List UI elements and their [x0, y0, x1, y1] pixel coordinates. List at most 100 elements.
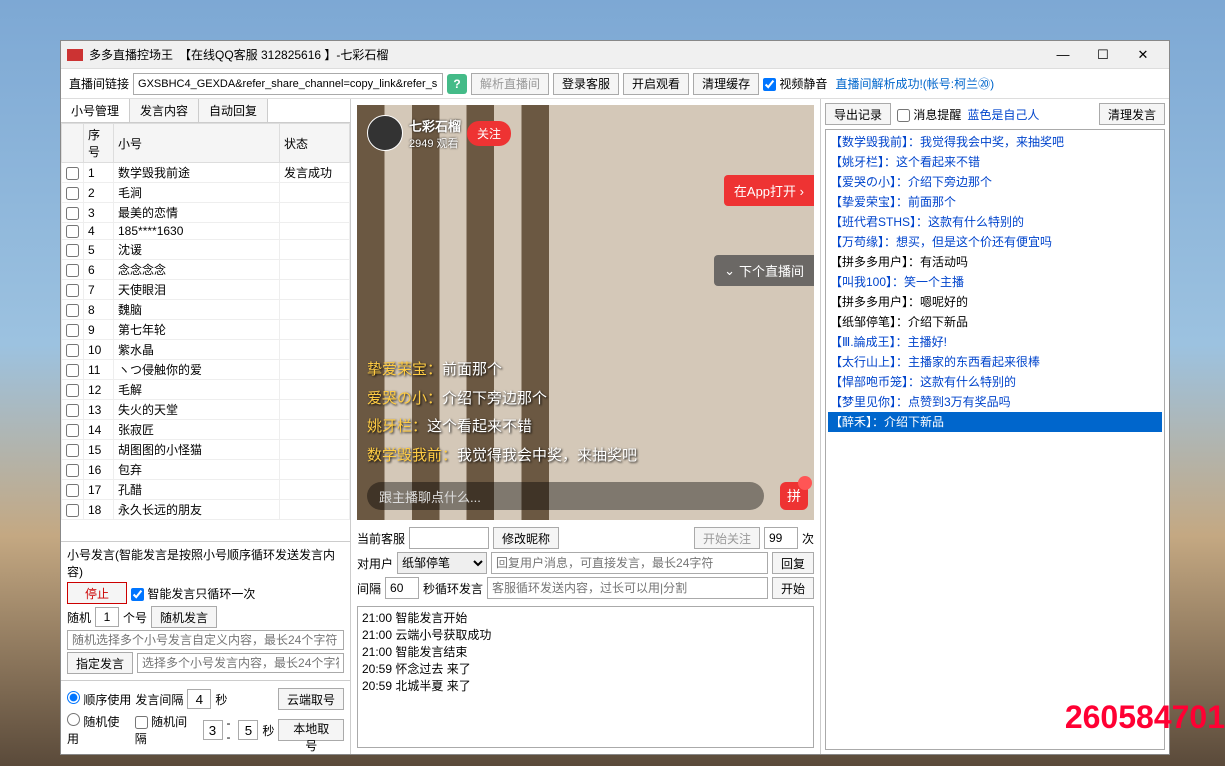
- row-checkbox[interactable]: [66, 364, 79, 377]
- table-row[interactable]: 11ヽつ侵触你的爱: [62, 360, 350, 380]
- table-row[interactable]: 8魏脑: [62, 300, 350, 320]
- list-item[interactable]: 【Ⅲ.論成王】：主播好!: [828, 332, 1162, 352]
- user-select[interactable]: 纸邹停笔: [397, 552, 487, 574]
- list-item[interactable]: 【悍部咆币笼】：这款有什么特别的: [828, 372, 1162, 392]
- list-item[interactable]: 【数学毁我前】：我觉得我会中奖，来抽奖吧: [828, 132, 1162, 152]
- avatar[interactable]: [367, 115, 403, 151]
- list-item[interactable]: 【醉禾】：介绍下新品: [828, 412, 1162, 432]
- row-checkbox[interactable]: [66, 404, 79, 417]
- row-checkbox[interactable]: [66, 225, 79, 238]
- rand-max-input[interactable]: [238, 720, 258, 740]
- tab-autoreply[interactable]: 自动回复: [199, 99, 268, 122]
- table-row[interactable]: 3最美的恋情: [62, 203, 350, 223]
- table-row[interactable]: 15胡图图的小怪猫: [62, 440, 350, 460]
- seq-radio-label[interactable]: 顺序使用: [67, 691, 131, 708]
- clear-msgs-button[interactable]: 清理发言: [1099, 103, 1165, 125]
- cloud-pick-button[interactable]: 云端取号: [278, 688, 344, 710]
- row-checkbox[interactable]: [66, 304, 79, 317]
- list-item[interactable]: 【姚牙栏】：这个看起来不错: [828, 152, 1162, 172]
- row-checkbox[interactable]: [66, 424, 79, 437]
- rand-radio[interactable]: [67, 713, 80, 726]
- row-checkbox[interactable]: [66, 484, 79, 497]
- table-row[interactable]: 10紫水晶: [62, 340, 350, 360]
- tab-accounts[interactable]: 小号管理: [61, 99, 130, 122]
- row-checkbox[interactable]: [66, 504, 79, 517]
- table-row[interactable]: 16包弃: [62, 460, 350, 480]
- assign-content-input[interactable]: [137, 653, 344, 673]
- clear-cache-button[interactable]: 清理缓存: [693, 73, 759, 95]
- row-checkbox[interactable]: [66, 344, 79, 357]
- table-row[interactable]: 18永久长远的朋友: [62, 500, 350, 520]
- nick-button[interactable]: 修改昵称: [493, 527, 559, 549]
- watch-button[interactable]: 开启观看: [623, 73, 689, 95]
- row-checkbox[interactable]: [66, 464, 79, 477]
- list-item[interactable]: 【梦里见你】：点赞到3万有奖品吗: [828, 392, 1162, 412]
- interval-input[interactable]: [187, 689, 211, 709]
- row-checkbox[interactable]: [66, 244, 79, 257]
- mute-checkbox[interactable]: [763, 78, 776, 91]
- next-stream-button[interactable]: ⌄ 下个直播间: [714, 255, 814, 286]
- row-checkbox[interactable]: [66, 207, 79, 220]
- start-button[interactable]: 开始: [772, 577, 814, 599]
- reply-input[interactable]: [491, 552, 768, 574]
- cs-input[interactable]: [409, 527, 489, 549]
- maximize-button[interactable]: ☐: [1083, 42, 1123, 68]
- list-item[interactable]: 【叫我100】：笑一个主播: [828, 272, 1162, 292]
- list-item[interactable]: 【挚爱荣宝】：前面那个: [828, 192, 1162, 212]
- pdd-icon[interactable]: 拼: [780, 482, 808, 510]
- message-list[interactable]: 【数学毁我前】：我觉得我会中奖，来抽奖吧【姚牙栏】：这个看起来不错【爱哭の小】：…: [825, 129, 1165, 750]
- row-checkbox[interactable]: [66, 444, 79, 457]
- list-item[interactable]: 【纸邹停笔】：介绍下新品: [828, 312, 1162, 332]
- remind-checkbox[interactable]: [897, 109, 910, 122]
- random-count-input[interactable]: [95, 607, 119, 627]
- rand-min-input[interactable]: [203, 720, 223, 740]
- table-row[interactable]: 2毛涧: [62, 183, 350, 203]
- tab-content[interactable]: 发言内容: [130, 99, 199, 122]
- row-checkbox[interactable]: [66, 187, 79, 200]
- login-button[interactable]: 登录客服: [553, 73, 619, 95]
- url-input[interactable]: [133, 73, 443, 95]
- table-row[interactable]: 5沈谖: [62, 240, 350, 260]
- custom-content-input[interactable]: [67, 630, 344, 650]
- table-row[interactable]: 14张寂匠: [62, 420, 350, 440]
- table-row[interactable]: 17孔醋: [62, 480, 350, 500]
- table-row[interactable]: 13失火的天堂: [62, 400, 350, 420]
- row-checkbox[interactable]: [66, 384, 79, 397]
- stop-button[interactable]: 停止: [67, 582, 127, 604]
- gap-input[interactable]: [385, 577, 419, 599]
- list-item[interactable]: 【班代君STHS】：这款有什么特别的: [828, 212, 1162, 232]
- rand-interval-checkbox[interactable]: [135, 716, 148, 729]
- table-row[interactable]: 12毛解: [62, 380, 350, 400]
- list-item[interactable]: 【太行山上】：主播家的东西看起来很棒: [828, 352, 1162, 372]
- event-log[interactable]: 21:00 智能发言开始21:00 云端小号获取成功21:00 智能发言结束20…: [357, 606, 814, 748]
- parse-button[interactable]: 解析直播间: [471, 73, 549, 95]
- table-row[interactable]: 4185****1630: [62, 223, 350, 240]
- list-item[interactable]: 【爱哭の小】：介绍下旁边那个: [828, 172, 1162, 192]
- open-app-button[interactable]: 在App打开 ›: [724, 175, 814, 206]
- help-icon[interactable]: ?: [447, 74, 467, 94]
- table-row[interactable]: 9第七年轮: [62, 320, 350, 340]
- mute-checkbox-label[interactable]: 视频静音: [763, 75, 827, 92]
- list-item[interactable]: 【拼多多用户】：嗯呢好的: [828, 292, 1162, 312]
- row-checkbox[interactable]: [66, 284, 79, 297]
- rand-radio-label[interactable]: 随机使用: [67, 713, 131, 747]
- rand-interval-label[interactable]: 随机间隔: [135, 713, 199, 747]
- loop-input[interactable]: [487, 577, 768, 599]
- follow-button[interactable]: 关注: [467, 121, 511, 146]
- row-checkbox[interactable]: [66, 264, 79, 277]
- row-checkbox[interactable]: [66, 167, 79, 180]
- random-speak-button[interactable]: 随机发言: [151, 606, 217, 628]
- seq-radio[interactable]: [67, 691, 80, 704]
- export-button[interactable]: 导出记录: [825, 103, 891, 125]
- smart-once-label[interactable]: 智能发言只循环一次: [131, 585, 255, 602]
- local-pick-button[interactable]: 本地取号: [278, 719, 344, 741]
- minimize-button[interactable]: —: [1043, 42, 1083, 68]
- list-item[interactable]: 【万苟缘】：想买，但是这个价还有便宜吗: [828, 232, 1162, 252]
- start-follow-button[interactable]: 开始关注: [694, 527, 760, 549]
- table-row[interactable]: 6念念念念: [62, 260, 350, 280]
- assign-speak-button[interactable]: 指定发言: [67, 652, 133, 674]
- table-row[interactable]: 1数学毁我前途发言成功: [62, 163, 350, 183]
- remind-label[interactable]: 消息提醒: [897, 106, 961, 123]
- follow-count-input[interactable]: [764, 527, 798, 549]
- smart-once-checkbox[interactable]: [131, 588, 144, 601]
